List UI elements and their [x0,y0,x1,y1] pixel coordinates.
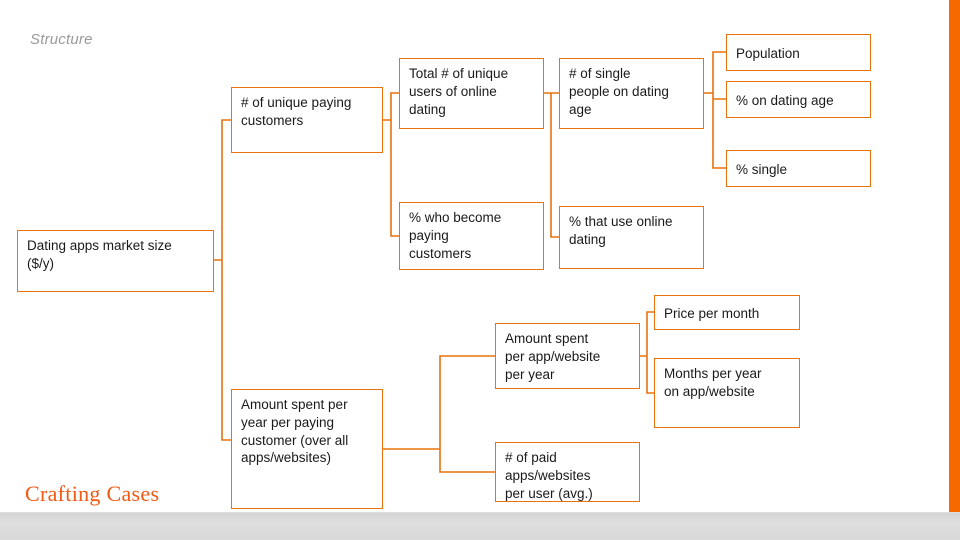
tree-node-total-unique-users[interactable]: Total # of unique users of online dating [399,58,544,129]
connector-paying-customers-to-children [382,92,400,237]
connector-amount-per-app-to-children [639,311,655,394]
tree-node-price-per-month[interactable]: Price per month [654,295,800,330]
tree-node-population[interactable]: Population [726,34,871,71]
right-accent-bar [949,0,960,517]
tree-node-pct-single[interactable]: % single [726,150,871,187]
tree-node-pct-use-online-dating[interactable]: % that use online dating [559,206,704,269]
connector-total-users-to-children [543,92,560,238]
tree-node-paid-apps-per-user[interactable]: # of paid apps/websites per user (avg.) [495,442,640,502]
tree-node-pct-on-dating-age[interactable]: % on dating age [726,81,871,118]
tree-node-unique-paying-customers[interactable]: # of unique paying customers [231,87,383,153]
slide-canvas: Dating apps market size ($/y) # of unique… [0,0,960,540]
brand-logo: Crafting Cases [25,481,160,506]
tree-node-root[interactable]: Dating apps market size ($/y) [17,230,214,292]
tree-node-single-people-dating-age[interactable]: # of single people on dating age [559,58,704,129]
slide-subtitle: Structure [30,31,93,48]
connector-root-to-level1 [213,119,232,441]
footer-strip-inner [0,513,960,539]
connector-single-people-to-children [703,51,727,169]
tree-node-amount-spent-per-app[interactable]: Amount spent per app/website per year [495,323,640,389]
connector-amount-spent-to-children [382,355,496,473]
tree-node-pct-become-paying[interactable]: % who become paying customers [399,202,544,270]
tree-node-amount-spent-per-customer[interactable]: Amount spent per year per paying custome… [231,389,383,509]
tree-node-months-per-year[interactable]: Months per year on app/website [654,358,800,428]
footer-strip [0,512,960,540]
